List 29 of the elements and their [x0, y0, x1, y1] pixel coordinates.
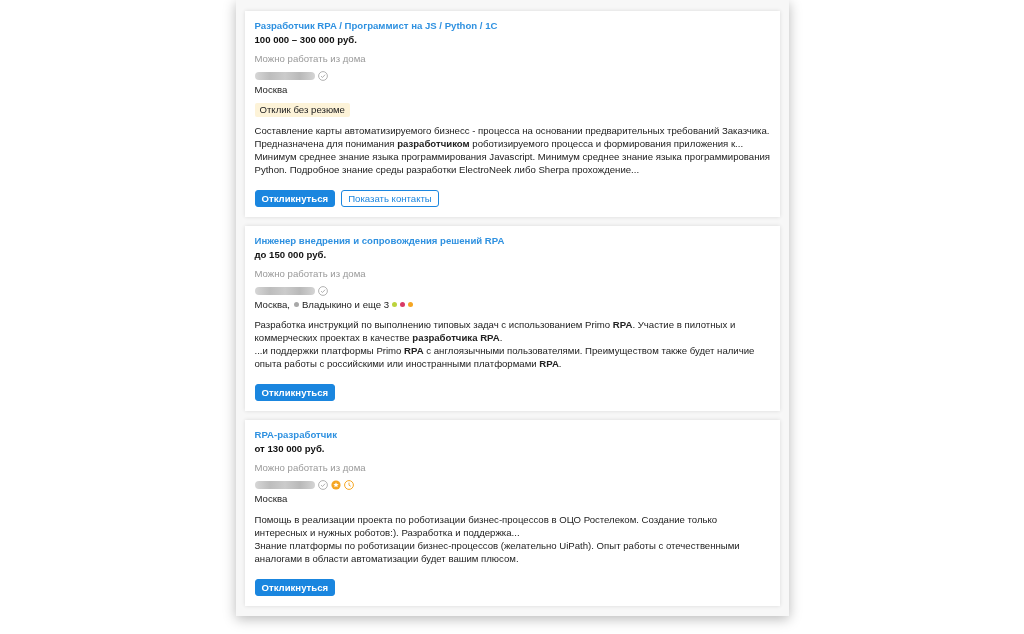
salary-text: до 150 000 руб. — [254, 247, 327, 262]
respond-button[interactable]: Откликнуться — [254, 384, 336, 401]
blurred-company-name — [254, 72, 315, 80]
vacancy-snippet-text: Составление карты автоматизируемого бизнесс - процесса на основании предварительных требований Заказчика. Предназначена для понимания разработчиком роботизируемого процесса и формирования приложения к... — [254, 123, 771, 150]
blurred-company-name — [254, 286, 315, 295]
vacancy-title-link[interactable]: Инженер внедрения и сопровождения решений RPA — [254, 233, 505, 248]
show-contacts-button[interactable]: Показать контакты — [341, 189, 439, 207]
city-text: Москва — [254, 83, 288, 97]
vacancy-title-link[interactable]: RPA-разработчик — [254, 428, 338, 442]
salary-text: от 130 000 руб. — [254, 442, 325, 456]
vacancy-snippet-text: Разработка инструкций по выполнению типовых задач с использованием Primo RPA. Участие в пилотных и коммерческих проектах в качестве разработчика RPA. — [254, 318, 737, 344]
vacancy-snippet-text: Минимум среднее знание языка программирования Javascript. Минимум среднее знание языка программирования Python. Подробное знание среды разработки ElectroNeek либо Sherpa прохождение... — [254, 149, 771, 176]
city-text: Москва — [254, 492, 288, 506]
star-badge-icon — [330, 480, 341, 490]
remote-work-note: Можно работать из дома — [254, 52, 366, 66]
remote-work-note: Можно работать из дома — [254, 266, 366, 281]
blurred-company-name — [254, 481, 315, 489]
metro-station-text: Владыкино и еще 3 — [301, 297, 390, 312]
vacancy-title-link[interactable]: Разработчик RPA / Программист на JS / Python / 1С — [254, 19, 498, 33]
remote-work-note: Можно работать из дома — [254, 461, 366, 475]
vacancy-snippet-text: Помощь в реализации проекта по роботизации бизнес-процессов в ОЦО Ростелеком. Создание только интересных и нужных роботов:). Разработка и поддержка... — [254, 512, 719, 539]
no-resume-tag: Отклик без резюме — [254, 103, 350, 117]
salary-text: 100 000 – 300 000 руб. — [254, 33, 357, 47]
clock-badge-icon — [343, 480, 354, 490]
city-text: Москва, — [254, 297, 290, 312]
vacancy-snippet-text: Знание платформы по роботизации бизнес-процессов (желательно UiPath). Опыт работы с отечественными аналогами в области автоматизации будет вашим плюсом. — [254, 538, 741, 565]
respond-button[interactable]: Откликнуться — [254, 189, 336, 207]
respond-button[interactable]: Откликнуться — [254, 578, 336, 596]
vacancy-snippet-text: ...и поддержки платформы Primo RPA с англоязычными пользователями. Преимуществом также будет наличие опыта работы с российскими или иностранными платформами RPA. — [254, 344, 756, 370]
